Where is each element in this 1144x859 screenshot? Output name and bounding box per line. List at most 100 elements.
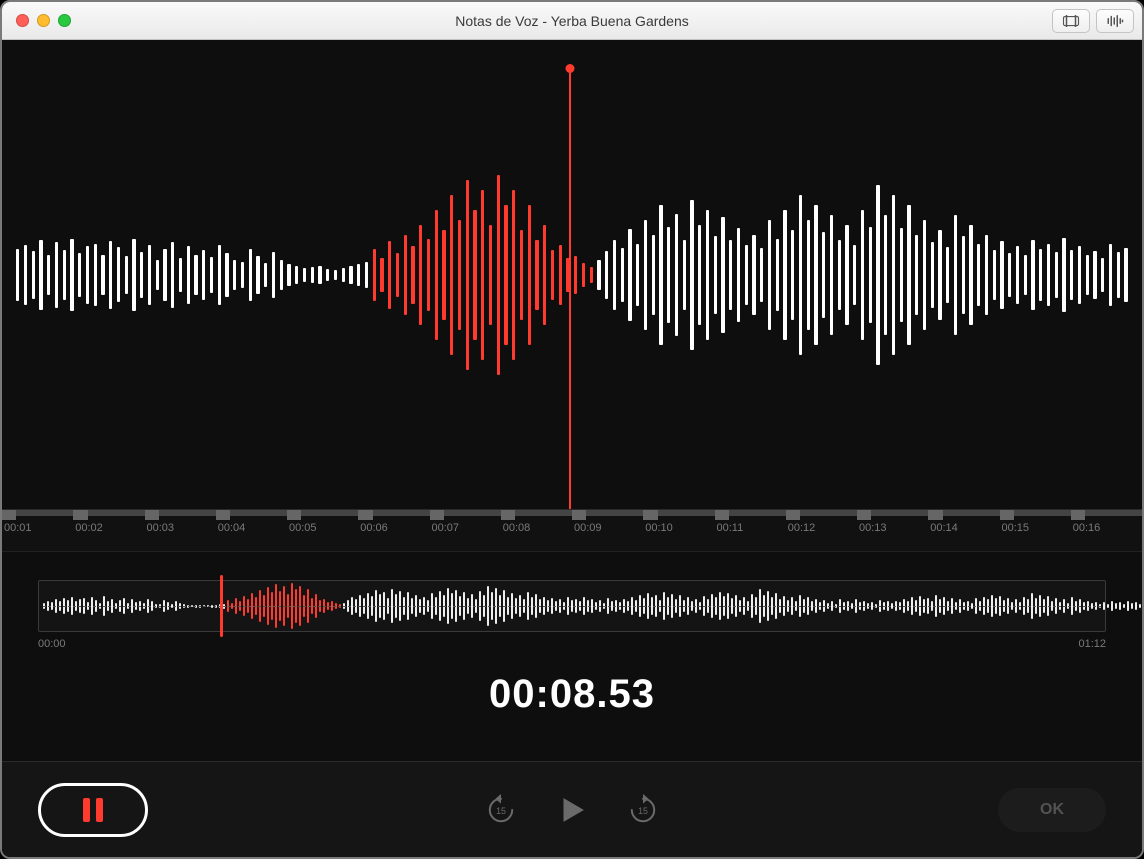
play-icon [555, 793, 589, 827]
overview-bar [355, 599, 357, 613]
waveform-bar [923, 220, 926, 330]
waveform-bar [481, 190, 484, 360]
overview-bar [379, 594, 381, 618]
waveform-bar [419, 225, 422, 325]
overview-bar [723, 596, 725, 616]
overview-bar [795, 601, 797, 611]
waveform-bar [768, 220, 771, 330]
waveform-bar [179, 258, 182, 292]
overview-bar [299, 586, 301, 626]
overview-bar [143, 603, 145, 609]
overview-bar [987, 599, 989, 613]
overview-bar [931, 601, 933, 611]
waveform-bar [249, 249, 252, 301]
overview-bar [147, 599, 149, 613]
waveform-bar [404, 235, 407, 315]
time-ruler[interactable]: 00:0100:0200:0300:0400:0500:0600:0700:08… [2, 510, 1142, 552]
waveform-bar [590, 267, 593, 283]
ruler-label: 00:09 [572, 522, 643, 534]
waveform-bar [303, 268, 306, 282]
overview-bar [1087, 601, 1089, 611]
overview-bar [499, 595, 501, 617]
play-button[interactable] [555, 793, 589, 827]
waveform-bar [528, 205, 531, 345]
waveform-bar [915, 235, 918, 315]
overview-bar [1007, 598, 1009, 614]
transport-controls: 15 15 OK [2, 761, 1142, 857]
ruler-label: 00:05 [287, 522, 358, 534]
close-button[interactable] [16, 14, 29, 27]
waveform-bar [946, 247, 949, 303]
waveform-bar [187, 246, 190, 304]
overview-bar [791, 597, 793, 615]
waveform-bar [1024, 255, 1027, 295]
overview-bar [103, 596, 105, 616]
overview-bar [1055, 598, 1057, 614]
enhance-button[interactable] [1096, 9, 1134, 33]
waveform-bar [78, 253, 81, 297]
overview-bar [339, 604, 341, 608]
waveform-icon [1106, 14, 1124, 28]
overview-bar [123, 598, 125, 614]
overview-bar [983, 597, 985, 615]
overview-bar [839, 599, 841, 613]
waveform-bar [47, 255, 50, 295]
overview-bar [223, 604, 225, 609]
overview-bar [415, 595, 417, 617]
overview-bar [807, 597, 809, 615]
overview-bar [495, 588, 497, 624]
zoom-button[interactable] [58, 14, 71, 27]
overview-bar [331, 601, 333, 611]
overview-bar [1067, 603, 1069, 609]
pause-icon [96, 798, 103, 822]
waveform-bar [94, 244, 97, 306]
waveform-large[interactable] [2, 40, 1142, 510]
ruler-label: 00:12 [786, 522, 857, 534]
playhead[interactable] [569, 68, 571, 510]
overview-bar [195, 605, 197, 608]
overview-bar [835, 604, 837, 608]
overview-bar [651, 597, 653, 615]
overview-bar [531, 597, 533, 615]
overview-bar [47, 601, 49, 611]
skip-forward-button[interactable]: 15 [627, 794, 659, 826]
waveform-bar [574, 256, 577, 294]
waveform-bar [760, 248, 763, 302]
overview-bar [947, 601, 949, 611]
waveform-bar [791, 230, 794, 320]
overview-bar [691, 601, 693, 611]
overview-playhead[interactable] [220, 575, 223, 637]
overview-bar [255, 597, 257, 615]
overview-waveform[interactable] [38, 580, 1106, 632]
waveform-bar [907, 205, 910, 345]
waveform-bar [1039, 249, 1042, 301]
pause-record-button[interactable] [38, 783, 148, 837]
done-button[interactable]: OK [998, 788, 1106, 832]
overview-bar [1023, 597, 1025, 615]
waveform-bar [16, 249, 19, 301]
overview-bar [823, 600, 825, 612]
overview-bar [319, 600, 321, 612]
overview-bar [551, 598, 553, 614]
overview-bar [375, 590, 377, 622]
waveform-bar [512, 190, 515, 360]
waveform-bar [652, 235, 655, 315]
ruler-label: 00:06 [358, 522, 429, 534]
overview-bar [439, 591, 441, 621]
overview-bar [811, 601, 813, 611]
trim-button[interactable] [1052, 9, 1090, 33]
waveform-bar [63, 250, 66, 300]
overview-bar [971, 603, 973, 609]
overview-bar [1039, 595, 1041, 617]
overview-bar [1131, 603, 1133, 609]
overview-bar [1083, 602, 1085, 610]
overview-bar [455, 590, 457, 622]
overview-bar [159, 604, 161, 608]
minimize-button[interactable] [37, 14, 50, 27]
skip-back-button[interactable]: 15 [485, 794, 517, 826]
overview-bar [879, 600, 881, 612]
overview-bar [699, 602, 701, 610]
overview-bar [315, 594, 317, 618]
overview-bar [911, 597, 913, 615]
overview-bar [187, 605, 189, 608]
